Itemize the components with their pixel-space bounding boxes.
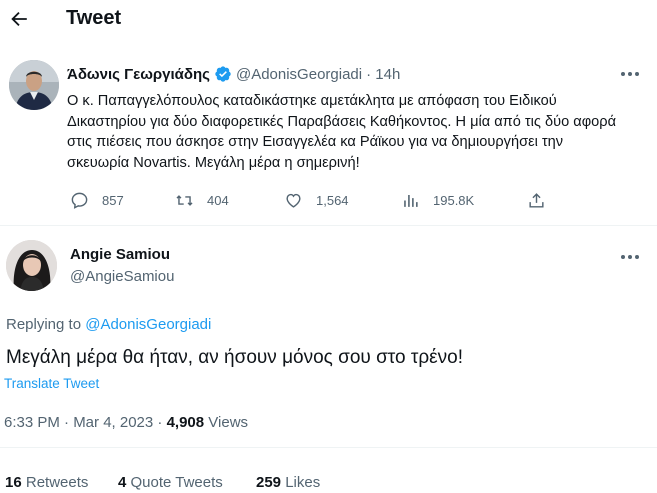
back-arrow-icon[interactable] [8, 6, 30, 32]
retweets-stat[interactable]: 16 Retweets [5, 474, 88, 491]
tweet-meta: 6:33 PM · Mar 4, 2023 · 4,908 Views [4, 414, 248, 431]
share-icon [529, 193, 544, 208]
likes-stat[interactable]: 259 Likes [256, 474, 320, 491]
reply-count: 857 [102, 193, 124, 208]
views-button[interactable]: 195.8K [401, 191, 474, 210]
analytics-icon [404, 194, 418, 207]
divider [0, 225, 657, 226]
page-title: Tweet [66, 7, 122, 29]
author-name[interactable]: Άδωνις Γεωργιάδης [67, 66, 210, 83]
replying-to: Replying to @AdonisGeorgiadi [6, 316, 211, 333]
divider [0, 447, 657, 448]
avatar-image [6, 240, 57, 291]
avatar[interactable] [9, 60, 59, 110]
quote-tweets-stat[interactable]: 4 Quote Tweets [118, 474, 223, 491]
likes-label: Likes [281, 474, 321, 491]
translate-tweet-link[interactable]: Translate Tweet [4, 376, 99, 391]
author-name[interactable]: Angie Samiou [70, 246, 170, 263]
retweet-count: 404 [207, 193, 229, 208]
avatar-image [9, 60, 59, 110]
verified-badge-icon [215, 66, 231, 82]
replying-to-mention[interactable]: @AdonisGeorgiadi [85, 316, 211, 333]
quotes-label: Quote Tweets [126, 474, 223, 491]
view-count: 195.8K [433, 193, 475, 208]
author-handle[interactable]: @AdonisGeorgiadi [236, 66, 362, 83]
retweet-button[interactable]: 404 [175, 191, 229, 210]
retweets-label: Retweets [21, 474, 89, 491]
more-options-icon[interactable] [620, 254, 640, 260]
views-count: 4,908 [166, 414, 205, 431]
like-count: 1,564 [316, 193, 349, 208]
tweet-time[interactable]: · 14h [366, 66, 400, 83]
avatar[interactable] [6, 240, 57, 291]
share-button[interactable] [527, 191, 559, 210]
tweet-author-header: Άδωνις Γεωργιάδης @AdonisGeorgiadi · 14h [67, 65, 400, 83]
replying-to-label: Replying to [6, 316, 82, 333]
retweet-icon [176, 195, 193, 206]
tweet-timestamp[interactable]: 6:33 PM · Mar 4, 2023 · [4, 414, 167, 431]
views-label: Views [204, 414, 249, 431]
retweets-count: 16 [5, 474, 22, 491]
author-handle[interactable]: @AngieSamiou [70, 268, 174, 285]
reply-icon [71, 192, 88, 209]
more-options-icon[interactable] [620, 71, 640, 77]
heart-icon [286, 193, 301, 208]
reply-button[interactable]: 857 [70, 191, 124, 210]
tweet-text: Μεγάλη μέρα θα ήταν, αν ήσουν μόνος σου … [6, 347, 464, 368]
like-button[interactable]: 1,564 [284, 191, 349, 210]
tweet-text: Ο κ. Παπαγγελόπουλος καταδικάστηκε αμετά… [67, 93, 617, 171]
likes-count: 259 [256, 474, 282, 491]
